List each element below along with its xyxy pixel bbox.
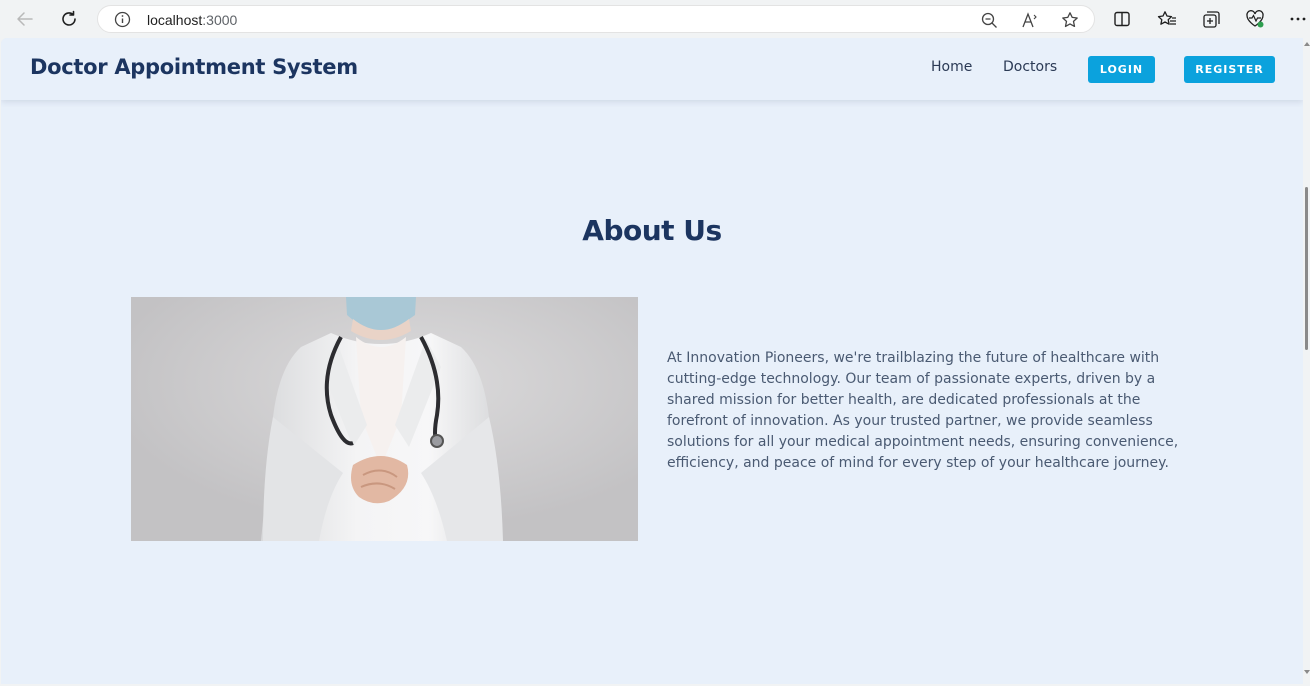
url-host: localhost [147, 12, 203, 28]
favorites-icon[interactable] [1157, 9, 1177, 29]
login-button[interactable]: LOGIN [1088, 56, 1155, 83]
about-title: About Us [582, 214, 722, 247]
back-arrow-icon[interactable] [13, 7, 37, 31]
page-viewport: Doctor Appointment System Home Doctors L… [1, 38, 1303, 684]
url-text: localhost:3000 [147, 12, 237, 28]
site-header: Doctor Appointment System Home Doctors L… [1, 38, 1303, 100]
address-bar[interactable]: localhost:3000 [97, 5, 1095, 33]
about-description: At Innovation Pioneers, we're trailblazi… [667, 350, 1179, 471]
browser-essentials-icon[interactable] [1245, 9, 1265, 29]
reload-icon[interactable] [57, 7, 81, 31]
brand-title[interactable]: Doctor Appointment System [30, 55, 358, 79]
url-port: :3000 [202, 12, 238, 28]
browser-toolbar: localhost:3000 [0, 0, 1310, 38]
page-scrollbar[interactable] [1303, 38, 1310, 686]
split-screen-icon[interactable] [1112, 9, 1132, 29]
info-icon[interactable] [114, 11, 131, 33]
register-button[interactable]: REGISTER [1184, 56, 1275, 83]
zoom-out-icon[interactable] [980, 11, 998, 29]
nav-doctors-link[interactable]: Doctors [1003, 59, 1057, 75]
doctor-photo [131, 297, 638, 541]
scroll-down-arrow-icon[interactable] [1304, 670, 1310, 674]
nav-home-link[interactable]: Home [931, 59, 972, 75]
read-aloud-icon[interactable] [1021, 11, 1039, 29]
favorite-star-icon[interactable] [1061, 11, 1079, 29]
more-icon[interactable] [1288, 9, 1308, 29]
scrollbar-thumb[interactable] [1305, 187, 1308, 350]
collections-icon[interactable] [1201, 9, 1221, 29]
scroll-up-arrow-icon[interactable] [1304, 42, 1310, 46]
